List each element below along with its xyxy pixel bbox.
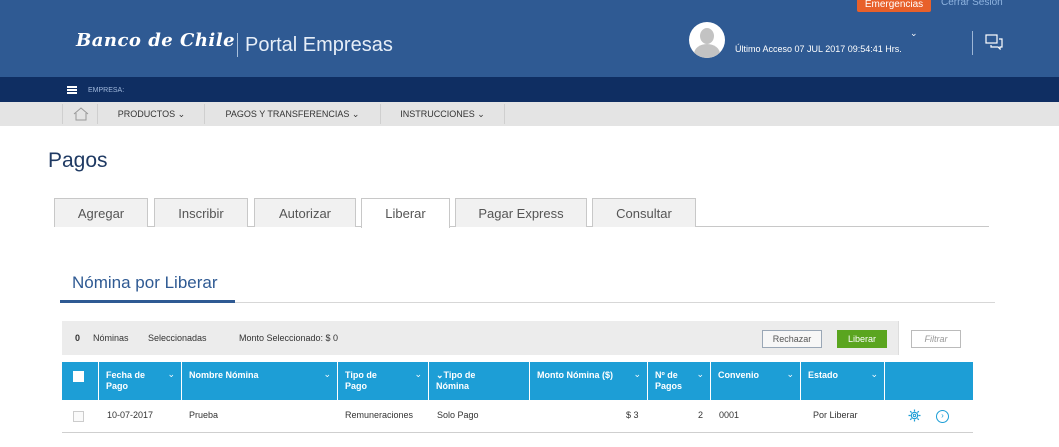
cerrar-sesion-link[interactable]: Cerrar Sesión [941,0,1003,8]
nav-productos[interactable]: PRODUCTOS ⌄ [99,104,205,124]
col-tipo-pago[interactable]: Tipo de Pago ⌄ [338,362,429,400]
menu-icon[interactable] [67,86,77,94]
page-title: Pagos [48,149,108,172]
tab-autorizar[interactable]: Autorizar [254,198,356,227]
header-divider [972,31,973,55]
tab-liberar[interactable]: Liberar [361,198,450,228]
col-convenio[interactable]: Convenio ⌄ [711,362,801,400]
tab-agregar[interactable]: Agregar [54,198,148,227]
bank-logo[interactable]: Banco de Chile [76,30,235,51]
empresa-bar [0,77,1059,102]
nav-pagos-transferencias[interactable]: PAGOS Y TRANSFERENCIAS ⌄ [205,104,381,124]
cell-estado: Por Liberar [813,410,858,420]
seleccionadas-label: Seleccionadas [148,333,207,343]
cell-tipo-nomina: Solo Pago [437,410,479,420]
nav-instrucciones[interactable]: INSTRUCCIONES ⌄ [381,104,505,124]
cell-tipo-pago: Remuneraciones [345,410,414,420]
portal-title: Portal Empresas [245,34,393,56]
user-avatar[interactable] [689,22,725,58]
chat-icon[interactable] [985,34,1003,50]
col-tipo-nomina[interactable]: ⌄Tipo de Nómina [429,362,530,400]
empresa-label: EMPRESA: [88,87,125,94]
col-estado[interactable]: Estado ⌄ [801,362,885,400]
col-numero-pagos[interactable]: Nº de Pagos ⌄ [648,362,711,400]
col-monto-nomina[interactable]: Monto Nómina ($) ⌄ [530,362,648,400]
ultimo-acceso-text: Último Acceso 07 JUL 2017 09:54:41 Hrs. [735,44,902,54]
tab-inscribir[interactable]: Inscribir [154,198,248,227]
chevron-down-icon[interactable]: ⌄ [910,28,918,39]
col-fecha-pago[interactable]: Fecha de Pago ⌄ [99,362,182,400]
filter-input[interactable]: Filtrar [911,330,961,348]
section-title: Nómina por Liberar [72,273,218,292]
cell-fecha: 10-07-2017 [107,410,154,420]
col-nombre-nomina[interactable]: Nombre Nómina ⌄ [182,362,338,400]
row-checkbox[interactable] [73,411,84,422]
section-underline [60,300,235,303]
select-all-checkbox[interactable] [73,371,84,382]
selected-count: 0 [75,333,81,343]
rechazar-button[interactable]: Rechazar [762,330,822,348]
logo-divider [237,33,238,57]
cell-pagos: 2 [698,410,704,420]
liberar-button[interactable]: Liberar [837,330,887,348]
cell-convenio: 0001 [719,410,740,420]
tab-consultar[interactable]: Consultar [592,198,696,227]
chevron-right-icon[interactable]: › [936,410,949,423]
home-icon[interactable] [62,104,98,124]
cell-monto: $ 3 [626,410,639,420]
cell-nombre: Prueba [189,410,219,420]
row-divider [62,432,973,433]
emergencias-button[interactable]: Emergencias [857,0,931,12]
monto-seleccionado: Monto Seleccionado: $ 0 [239,333,339,343]
gear-icon[interactable] [908,409,921,422]
nominas-label: Nóminas [93,333,129,343]
tab-pagar-express[interactable]: Pagar Express [455,198,587,227]
